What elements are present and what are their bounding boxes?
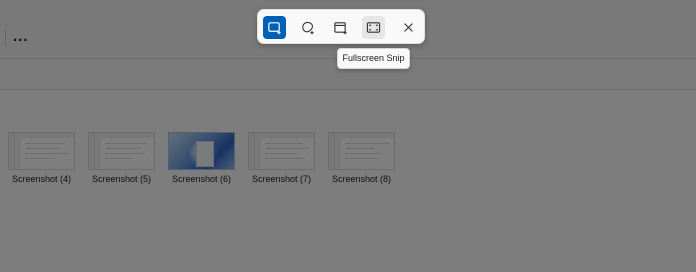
window-snip-icon: [334, 22, 347, 35]
fullscreen-snip-button[interactable]: [362, 16, 385, 39]
rectangle-snip-button[interactable]: [263, 16, 286, 39]
tooltip: Fullscreen Snip: [337, 48, 410, 69]
freeform-snip-button[interactable]: [296, 16, 319, 39]
close-snip-button[interactable]: [397, 16, 420, 39]
rectangle-snip-icon: [268, 22, 281, 35]
snipping-toolbar: [257, 9, 425, 44]
freeform-snip-icon: [302, 21, 314, 35]
close-icon: [404, 23, 413, 32]
window-snip-button[interactable]: [329, 16, 352, 39]
fullscreen-snip-icon: [366, 22, 381, 33]
